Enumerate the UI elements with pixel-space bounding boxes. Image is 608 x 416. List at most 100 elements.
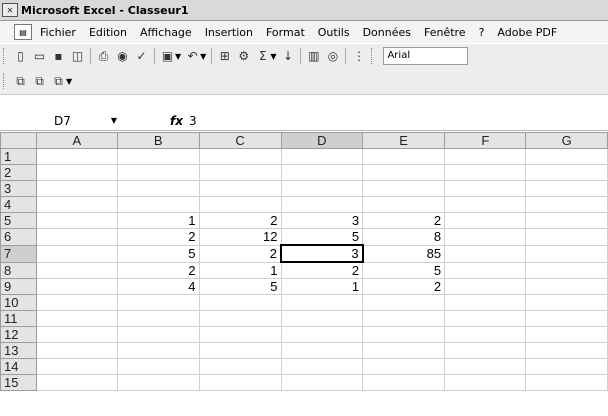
cell[interactable] — [198, 326, 282, 343]
cell[interactable] — [198, 164, 282, 181]
cell[interactable] — [444, 374, 527, 391]
open-icon[interactable]: ▭ — [30, 47, 49, 65]
cell[interactable] — [35, 228, 119, 246]
row-header[interactable]: 15 — [0, 374, 37, 391]
cell[interactable] — [525, 294, 608, 311]
cell[interactable] — [35, 358, 119, 375]
cell[interactable] — [444, 294, 527, 311]
menu-fichier[interactable]: Fichier — [40, 26, 76, 39]
cell[interactable]: 4 — [117, 278, 200, 295]
cell[interactable] — [280, 310, 364, 327]
cell[interactable] — [280, 164, 364, 181]
cell[interactable] — [117, 164, 200, 181]
cell[interactable] — [35, 278, 119, 295]
permissions-icon[interactable]: ◫ — [68, 47, 87, 65]
cell[interactable] — [198, 148, 282, 165]
cell[interactable] — [362, 374, 446, 391]
chevron-down-icon[interactable]: ▼ — [66, 77, 72, 86]
cell[interactable]: 5 — [280, 228, 364, 246]
cell[interactable] — [444, 310, 527, 327]
row-header[interactable]: 12 — [0, 326, 37, 343]
toolbar-grip[interactable] — [371, 48, 375, 64]
cell[interactable]: 2 — [117, 261, 200, 279]
cell[interactable] — [444, 148, 527, 165]
cell[interactable] — [525, 342, 608, 359]
cell[interactable] — [525, 278, 608, 295]
help-icon[interactable]: ◎ — [323, 47, 342, 65]
row-header[interactable]: 4 — [0, 196, 37, 213]
row-header[interactable]: 11 — [0, 310, 37, 327]
cell[interactable] — [117, 294, 200, 311]
cell[interactable] — [198, 196, 282, 213]
row-header[interactable]: 13 — [0, 342, 37, 359]
cell[interactable] — [444, 180, 527, 197]
cell[interactable] — [198, 294, 282, 311]
cell[interactable] — [525, 310, 608, 327]
cell[interactable]: 5 — [117, 244, 200, 263]
cell[interactable]: 2 — [362, 278, 446, 295]
cell[interactable] — [280, 196, 364, 213]
print-preview-icon[interactable]: ◉ — [113, 47, 132, 65]
chart-wizard-icon[interactable]: ▥ — [304, 47, 323, 65]
cell[interactable] — [525, 180, 608, 197]
toolbar-options-icon[interactable]: ⋮ — [349, 47, 368, 65]
cell[interactable] — [280, 148, 364, 165]
cell[interactable] — [280, 342, 364, 359]
row-header[interactable]: 9 — [0, 278, 37, 295]
cell[interactable] — [35, 310, 119, 327]
cell[interactable]: 2 — [198, 244, 282, 263]
cell[interactable]: 12 — [198, 228, 282, 246]
cell[interactable] — [35, 244, 119, 263]
cell[interactable] — [280, 180, 364, 197]
cell[interactable] — [362, 294, 446, 311]
cell[interactable] — [35, 148, 119, 165]
cell[interactable] — [362, 196, 446, 213]
cell[interactable] — [198, 180, 282, 197]
cell[interactable] — [362, 148, 446, 165]
cell[interactable] — [525, 212, 608, 229]
menu-outils[interactable]: Outils — [318, 26, 350, 39]
row-header[interactable]: 3 — [0, 180, 37, 197]
cell[interactable] — [444, 196, 527, 213]
row-header[interactable]: 6 — [0, 228, 37, 246]
new-icon[interactable]: ▯ — [11, 47, 30, 65]
menu-affichage[interactable]: Affichage — [140, 26, 192, 39]
cell[interactable] — [525, 374, 608, 391]
cell[interactable] — [362, 164, 446, 181]
cell[interactable] — [35, 342, 119, 359]
cell[interactable]: 3 — [280, 244, 364, 263]
cell[interactable] — [362, 310, 446, 327]
cell[interactable]: 5 — [362, 261, 446, 279]
chevron-down-icon[interactable]: ▼ — [200, 52, 206, 61]
cell[interactable] — [362, 326, 446, 343]
cell[interactable] — [35, 326, 119, 343]
research-icon[interactable]: ⚙ — [234, 47, 253, 65]
toolbar-grip[interactable] — [3, 73, 7, 89]
cell[interactable] — [444, 342, 527, 359]
cell[interactable]: 2 — [362, 212, 446, 229]
column-header[interactable]: B — [117, 132, 200, 149]
cell[interactable]: 2 — [117, 228, 200, 246]
cell[interactable] — [117, 196, 200, 213]
cell[interactable] — [117, 326, 200, 343]
row-header[interactable]: 1 — [0, 148, 37, 165]
cell[interactable] — [444, 278, 527, 295]
cell[interactable]: 2 — [280, 261, 364, 279]
cell[interactable] — [198, 358, 282, 375]
hyperlink-icon[interactable]: ⊞ — [215, 47, 234, 65]
cell[interactable] — [280, 294, 364, 311]
cell[interactable] — [444, 228, 527, 246]
cell[interactable] — [198, 374, 282, 391]
function-icon[interactable]: fx — [170, 114, 183, 128]
cell[interactable] — [35, 180, 119, 197]
cell[interactable] — [525, 228, 608, 246]
row-header[interactable]: 10 — [0, 294, 37, 311]
cell[interactable]: 1 — [198, 261, 282, 279]
cell[interactable] — [117, 358, 200, 375]
convert-and-email-icon[interactable]: ⧉ — [30, 72, 49, 90]
column-header[interactable]: D — [280, 132, 364, 149]
cell[interactable] — [525, 358, 608, 375]
cell[interactable]: 3 — [280, 212, 364, 229]
cell[interactable] — [280, 326, 364, 343]
cell[interactable] — [117, 148, 200, 165]
